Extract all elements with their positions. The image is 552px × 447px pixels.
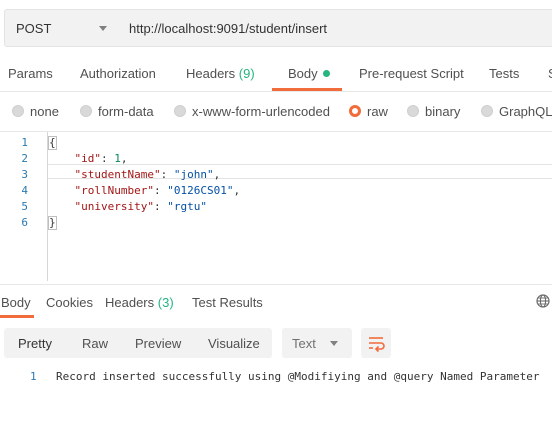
tab-pre-request-script[interactable]: Pre-request Script	[359, 66, 464, 81]
radio-circle-icon	[12, 105, 24, 117]
tab-body-label: Body	[288, 66, 318, 81]
code-line: "id": 1,	[74, 152, 128, 165]
code-line: }	[48, 216, 57, 230]
response-toolbar: Pretty Raw Preview Visualize Text	[0, 318, 552, 364]
response-tab-headers-label: Headers	[105, 295, 155, 310]
tab-authorization[interactable]: Authorization	[80, 66, 156, 81]
response-tabs: Body Cookies Headers (3) Test Results	[0, 284, 552, 318]
open-brace: {	[48, 136, 57, 150]
tab-headers[interactable]: Headers (9)	[186, 66, 255, 81]
radio-raw-label: raw	[367, 104, 388, 119]
response-body-viewer[interactable]: 1 Record inserted successfully using @Mo…	[0, 364, 552, 447]
tab-tests[interactable]: Tests	[489, 66, 519, 81]
method-label: POST	[16, 21, 52, 36]
radio-circle-icon	[174, 105, 186, 117]
line-number: 1	[21, 136, 28, 149]
tab-params[interactable]: Params	[8, 66, 53, 81]
view-mode-preview[interactable]: Preview	[135, 336, 181, 351]
method-select[interactable]: POST	[4, 9, 120, 47]
radio-none-label: none	[30, 104, 59, 119]
response-tab-test-results-label: Test Results	[192, 295, 263, 310]
line-number: 3	[21, 168, 28, 181]
response-tab-body-label: Body	[1, 295, 31, 310]
json-value: "john"	[173, 168, 214, 181]
json-key: "university"	[74, 200, 154, 213]
globe-icon[interactable]	[536, 294, 550, 308]
tab-settings[interactable]: S	[548, 66, 552, 81]
request-body-editor[interactable]: 1 2 3 4 5 6 { "id": 1, "studentName": "j…	[0, 131, 552, 281]
response-format-label: Text	[292, 336, 316, 351]
json-key: "rollNumber"	[74, 184, 154, 197]
request-tabs: Params Authorization Headers (9) Body Pr…	[0, 56, 552, 92]
wrap-lines-icon	[369, 337, 385, 353]
url-input[interactable]: http://localhost:9091/student/insert	[119, 9, 552, 47]
code-line: "university": "rgtu"	[74, 200, 207, 213]
code-line: {	[48, 136, 57, 150]
response-text: Record inserted successfully using @Modi…	[56, 370, 540, 383]
response-tab-test-results[interactable]: Test Results	[192, 295, 263, 310]
line-number: 2	[21, 152, 28, 165]
headers-count-badge: (9)	[238, 66, 255, 81]
response-tab-headers[interactable]: Headers (3)	[105, 295, 174, 310]
json-value: "rgtu"	[167, 200, 207, 213]
body-type-options: none form-data x-www-form-urlencoded raw…	[0, 92, 552, 130]
response-tab-cookies[interactable]: Cookies	[46, 295, 93, 310]
tab-headers-label: Headers	[186, 66, 236, 81]
response-tab-body[interactable]: Body	[1, 295, 31, 310]
code-line: "rollNumber": "0126CS01",	[74, 184, 241, 197]
tab-params-label: Params	[8, 66, 53, 81]
line-number: 4	[21, 184, 28, 197]
radio-graphql-label: GraphQL	[499, 104, 552, 119]
radio-circle-icon	[407, 105, 419, 117]
chevron-down-icon	[99, 26, 107, 31]
view-mode-pretty[interactable]: Pretty	[18, 336, 52, 351]
line-number: 1	[30, 370, 37, 383]
radio-urlencoded-label: x-www-form-urlencoded	[192, 104, 330, 119]
code-area[interactable]: { "id": 1, "studentName": "john", "rollN…	[47, 132, 552, 281]
radio-form-data-label: form-data	[98, 104, 154, 119]
active-tab-indicator	[272, 88, 342, 91]
tab-pre-request-label: Pre-request Script	[359, 66, 464, 81]
body-indicator-dot-icon	[322, 70, 330, 77]
json-key: "id"	[74, 152, 102, 165]
wrap-lines-button[interactable]	[361, 328, 391, 358]
close-brace: }	[48, 216, 57, 230]
view-mode-visualize[interactable]: Visualize	[208, 336, 260, 351]
chevron-down-icon	[330, 341, 338, 346]
response-tab-cookies-label: Cookies	[46, 295, 93, 310]
response-view-mode-group: Pretty Raw Preview Visualize	[4, 328, 272, 358]
tab-settings-label: S	[548, 66, 552, 81]
radio-checked-icon	[349, 105, 361, 117]
code-line: "studentName": "john",	[74, 168, 221, 181]
line-number-gutter: 1 2 3 4 5 6	[0, 132, 40, 281]
url-text: http://localhost:9091/student/insert	[129, 21, 328, 36]
line-number: 5	[21, 200, 28, 213]
response-headers-count-badge: (3)	[157, 295, 174, 310]
json-value: "0126CS01"	[167, 184, 234, 197]
view-mode-raw[interactable]: Raw	[82, 336, 108, 351]
tab-authorization-label: Authorization	[80, 66, 156, 81]
radio-circle-icon	[481, 105, 493, 117]
radio-binary-label: binary	[425, 104, 461, 119]
tab-tests-label: Tests	[489, 66, 520, 81]
tab-body[interactable]: Body	[288, 66, 330, 81]
json-value: 1	[114, 152, 121, 165]
json-key: "studentName"	[74, 168, 161, 181]
response-format-select[interactable]: Text	[282, 328, 352, 358]
line-number: 6	[21, 216, 28, 229]
radio-circle-icon	[80, 105, 92, 117]
request-url-bar: POST http://localhost:9091/student/inser…	[0, 0, 552, 56]
